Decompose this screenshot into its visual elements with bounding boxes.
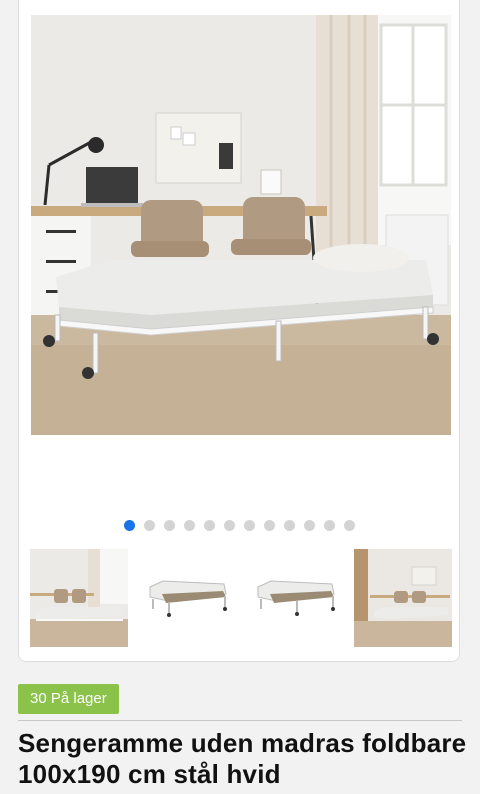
thumbnail-4[interactable] [354,549,452,647]
product-title: Sengeramme uden madras foldbare 100x190 … [18,728,467,789]
gallery-dot[interactable] [343,520,355,531]
gallery-dot[interactable] [283,520,295,531]
gallery-dot[interactable] [263,520,275,531]
gallery-dot-active[interactable] [123,520,135,531]
thumbnail-strip [30,549,452,647]
main-product-image[interactable] [31,15,451,435]
thumbnail-bed-frame-image [138,549,236,647]
gallery-dot[interactable] [303,520,315,531]
thumbnail-3[interactable] [246,549,344,647]
gallery-dot[interactable] [203,520,215,531]
divider [18,720,462,721]
gallery-dot[interactable] [243,520,255,531]
gallery-dot[interactable] [143,520,155,531]
thumbnail-bedroom-image [30,549,128,647]
thumbnail-1[interactable] [30,549,128,647]
thumbnail-bed-frame-side-image [246,549,344,647]
gallery-dot[interactable] [223,520,235,531]
gallery-dot[interactable] [183,520,195,531]
thumbnail-2[interactable] [138,549,236,647]
product-gallery-card [18,0,460,662]
gallery-pagination-dots [19,520,459,531]
stock-badge: 30 På lager [18,684,119,714]
gallery-dot[interactable] [323,520,335,531]
bedroom-scene-illustration [31,15,451,435]
thumbnail-bedroom-wide-image [354,549,452,647]
gallery-dot[interactable] [163,520,175,531]
